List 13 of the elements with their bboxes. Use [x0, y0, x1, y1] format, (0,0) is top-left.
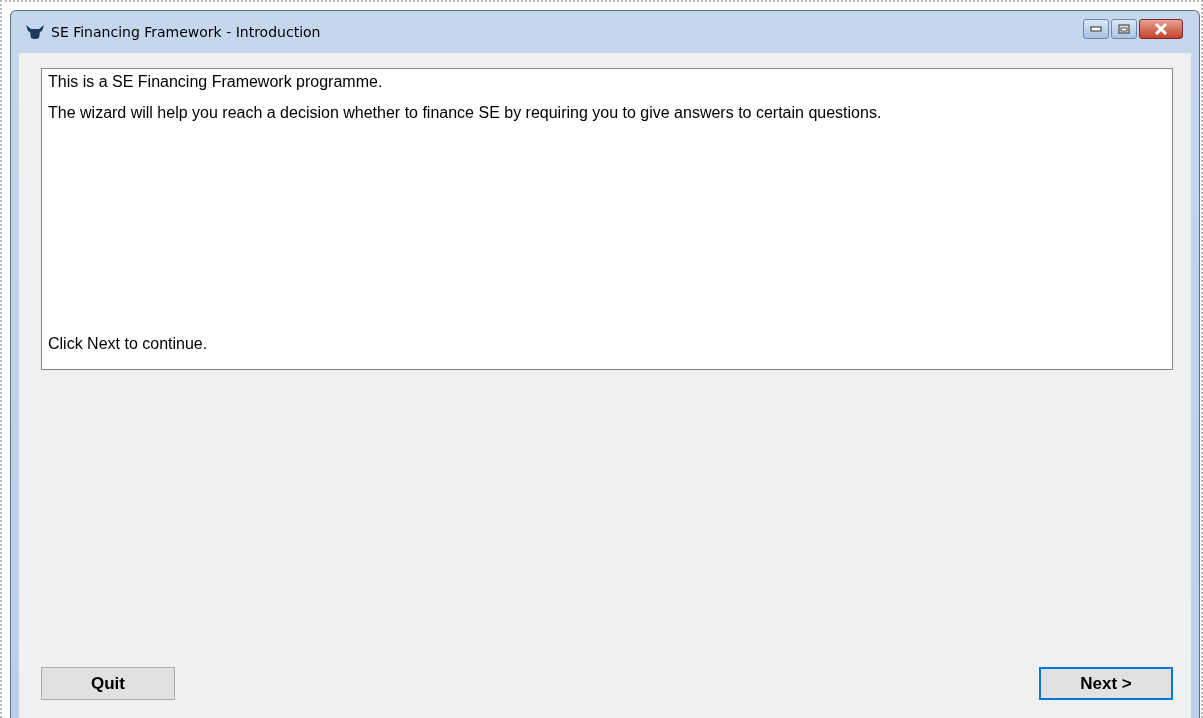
close-icon: [1154, 23, 1168, 35]
minimize-button[interactable]: [1083, 19, 1109, 39]
maximize-button[interactable]: [1111, 19, 1137, 39]
next-button[interactable]: Next >: [1039, 667, 1173, 700]
minimize-icon: [1090, 26, 1102, 32]
bull-head-icon: [25, 24, 45, 40]
window-title: SE Financing Framework - Introduction: [51, 24, 322, 40]
message-text: The wizard will help you reach a decision whether to finance SE by requiring you to give answers to certain questions.: [48, 104, 883, 122]
restore-icon: [1118, 24, 1130, 34]
message-text: This is a SE Financing Framework programme.: [48, 73, 384, 91]
close-button[interactable]: [1139, 19, 1183, 39]
message-text: Click Next to continue.: [48, 335, 209, 353]
quit-button[interactable]: Quit: [41, 667, 175, 700]
